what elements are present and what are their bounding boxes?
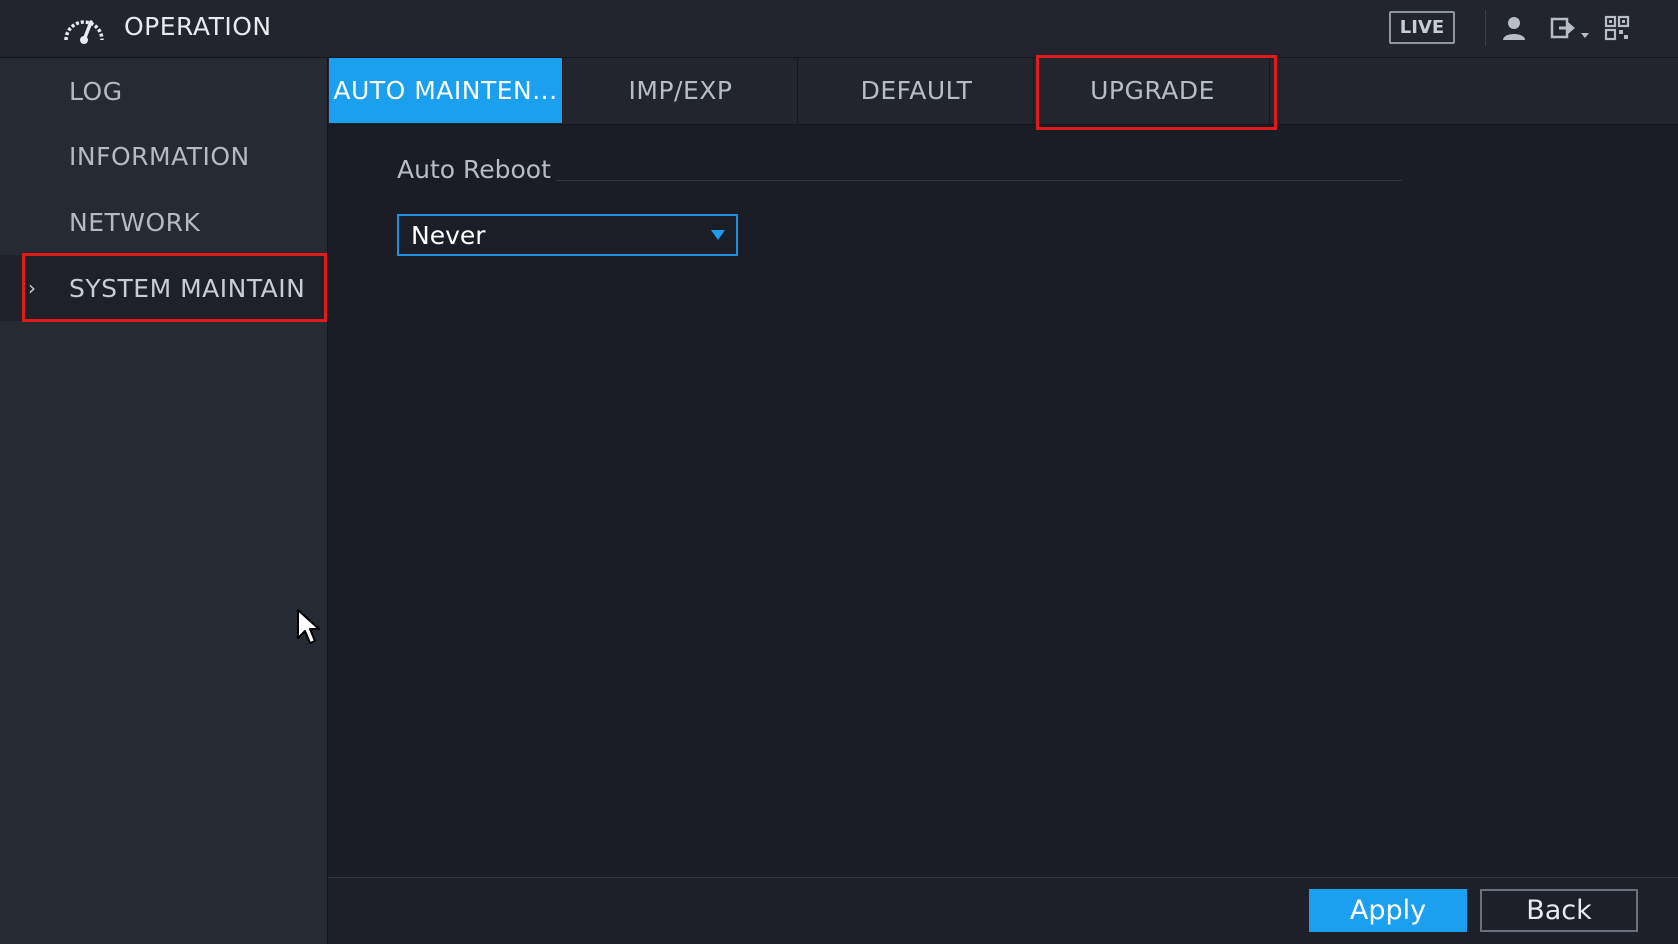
toolbar-divider <box>1485 10 1486 46</box>
page-title: OPERATION <box>124 12 272 41</box>
sidebar-item-system-maintain[interactable]: › SYSTEM MAINTAIN <box>0 255 328 321</box>
sidebar-item-label: INFORMATION <box>69 141 250 171</box>
tab-bar: AUTO MAINTEN... IMP/EXP DEFAULT UPGRADE <box>328 58 1678 125</box>
sidebar-item-network[interactable]: NETWORK <box>0 189 328 255</box>
logout-icon[interactable] <box>1549 12 1591 44</box>
auto-reboot-select[interactable]: Never <box>397 214 738 256</box>
sidebar-item-log[interactable]: LOG <box>0 58 328 124</box>
tab-imp-exp[interactable]: IMP/EXP <box>564 58 798 123</box>
sidebar-item-label: SYSTEM MAINTAIN <box>69 273 306 303</box>
chevron-right-icon: › <box>28 276 37 300</box>
select-value: Never <box>411 220 486 250</box>
live-button[interactable]: LIVE <box>1389 11 1455 44</box>
footer-bar <box>328 877 1678 944</box>
sidebar-item-information[interactable]: INFORMATION <box>0 123 328 189</box>
top-bar: OPERATION LIVE <box>0 0 1678 58</box>
tab-auto-maintain[interactable]: AUTO MAINTEN... <box>329 58 563 123</box>
apply-button[interactable]: Apply <box>1309 889 1467 932</box>
tab-upgrade[interactable]: UPGRADE <box>1036 58 1270 123</box>
user-icon[interactable] <box>1500 12 1528 44</box>
section-divider <box>556 180 1402 181</box>
sidebar-item-label: LOG <box>69 76 123 106</box>
sidebar: LOG INFORMATION NETWORK › SYSTEM MAINTAI… <box>0 58 328 944</box>
dropdown-arrow-icon <box>711 230 725 240</box>
speedometer-icon <box>64 20 104 44</box>
tab-default[interactable]: DEFAULT <box>800 58 1034 123</box>
qr-grid-icon[interactable] <box>1604 12 1634 44</box>
back-button[interactable]: Back <box>1480 889 1638 932</box>
auto-reboot-label: Auto Reboot <box>397 155 551 184</box>
mouse-cursor-icon <box>297 609 320 644</box>
sidebar-item-label: NETWORK <box>69 207 201 237</box>
